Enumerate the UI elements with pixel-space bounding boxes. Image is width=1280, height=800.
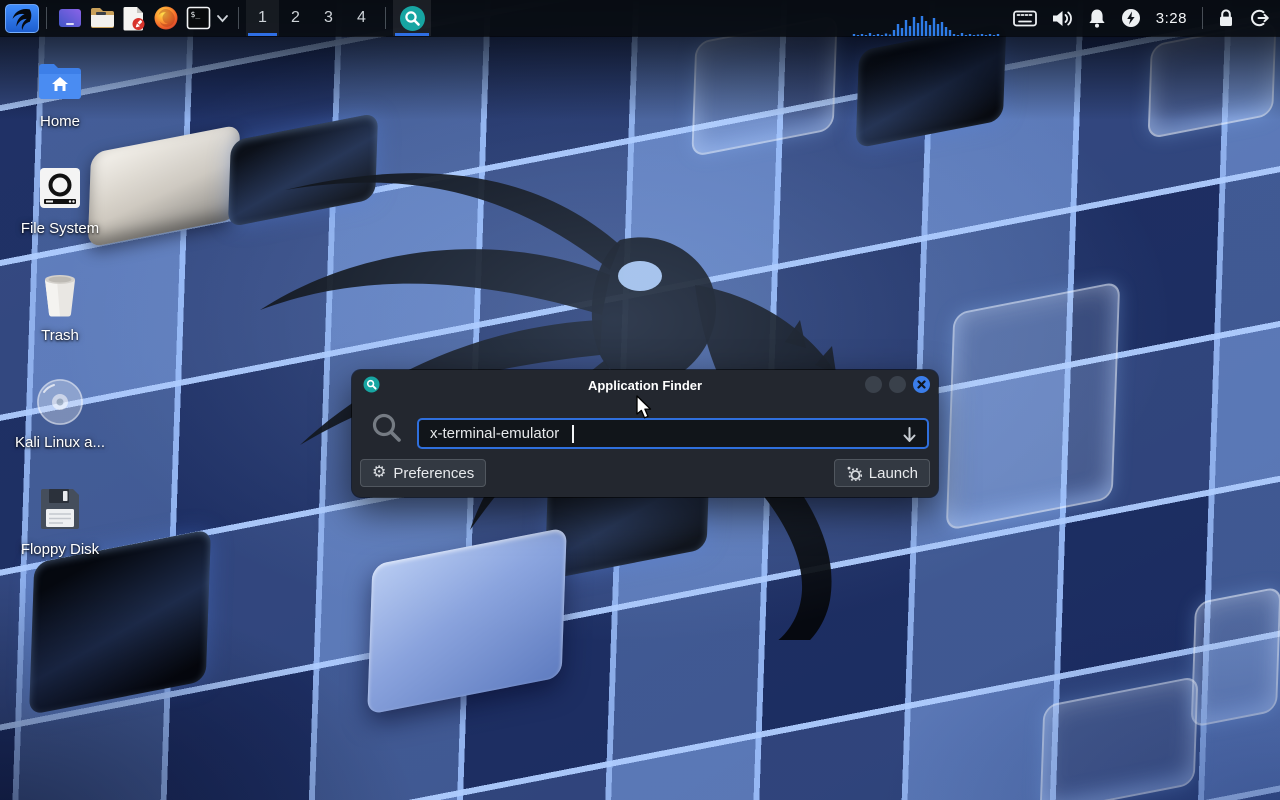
launcher-file-manager[interactable]: [86, 0, 118, 36]
panel-separator: [385, 7, 386, 29]
panel-separator: [238, 7, 239, 29]
desktop-screen: $_ 1 2 3 4: [0, 0, 1280, 800]
power-manager[interactable]: [1121, 0, 1141, 36]
launch-button[interactable]: Launch: [834, 459, 930, 487]
kali-dragon-artwork: [240, 80, 900, 640]
panel-separator: [46, 7, 47, 29]
workspace-2[interactable]: 2: [279, 0, 312, 36]
audio-visualizer: [852, 12, 1002, 36]
power-manager-icon: [1121, 8, 1141, 28]
window-title: Application Finder: [352, 378, 938, 393]
firefox-icon: [153, 5, 179, 31]
application-finder-window-icon: [363, 376, 380, 393]
dialog-actions: ⚙ Preferences Launch: [352, 459, 938, 487]
workspace-2-label: 2: [291, 9, 300, 27]
optical-disc-icon: [36, 377, 84, 427]
desktop-icon-label: Kali Linux a...: [15, 434, 105, 451]
trash-bin-icon: [39, 270, 81, 320]
desktop-icon-kali-cd[interactable]: Kali Linux a...: [10, 377, 110, 451]
desktop-icon-home[interactable]: Home: [10, 56, 110, 130]
gear-icon: ⚙: [372, 465, 386, 481]
maximize-button[interactable]: [889, 376, 906, 393]
workspace-1[interactable]: 1: [246, 0, 279, 36]
titlebar[interactable]: Application Finder: [352, 370, 938, 400]
desktop-window-icon: [57, 5, 83, 31]
application-finder-icon: [399, 5, 426, 32]
lock-screen[interactable]: [1217, 0, 1235, 36]
launcher-text-editor[interactable]: [118, 0, 150, 36]
search-input[interactable]: x-terminal-emulator: [417, 418, 929, 449]
folder-icon: [89, 6, 116, 30]
desktop-icon-file-system[interactable]: File System: [10, 163, 110, 237]
wallpaper-cube: [946, 281, 1120, 531]
panel-clock[interactable]: 3:28: [1156, 10, 1187, 27]
launcher-firefox[interactable]: [150, 0, 182, 36]
chevron-down-icon: [216, 14, 229, 23]
workspace-1-label: 1: [258, 9, 267, 27]
logout[interactable]: [1249, 0, 1270, 36]
close-icon: [917, 380, 926, 389]
logout-icon: [1249, 8, 1270, 28]
desktop-icon-label: File System: [21, 220, 99, 237]
workspace-3[interactable]: 3: [312, 0, 345, 36]
home-folder-icon: [37, 56, 83, 106]
desktop-icon-label: Trash: [41, 327, 79, 344]
search-row: x-terminal-emulator: [352, 400, 938, 450]
workspace-4-label: 4: [357, 9, 366, 27]
dropdown-arrow-icon[interactable]: [901, 426, 918, 444]
floppy-disk-icon: [39, 484, 81, 534]
lock-icon: [1217, 8, 1235, 28]
launch-label: Launch: [869, 465, 918, 482]
launcher-desktop-window[interactable]: [54, 0, 86, 36]
workspace-3-label: 3: [324, 9, 333, 27]
panel-separator: [1202, 7, 1203, 29]
kali-menu-button[interactable]: [5, 4, 39, 33]
workspace-4[interactable]: 4: [345, 0, 378, 36]
preferences-button[interactable]: ⚙ Preferences: [360, 459, 486, 487]
preferences-label: Preferences: [393, 465, 474, 482]
hard-drive-icon: [38, 163, 82, 213]
terminal-icon: $_: [186, 6, 211, 30]
search-icon: [371, 412, 403, 444]
speaker-icon: [1051, 9, 1073, 28]
text-caret: [572, 425, 574, 443]
minimize-button[interactable]: [865, 376, 882, 393]
text-editor-icon: [122, 5, 146, 31]
desktop-icon-floppy[interactable]: Floppy Disk: [10, 484, 110, 558]
desktop-icon-label: Home: [40, 113, 80, 130]
keyboard-icon: [1013, 10, 1037, 27]
launcher-terminal[interactable]: $_: [182, 0, 214, 36]
desktop-icon-trash[interactable]: Trash: [10, 270, 110, 344]
keyboard-indicator[interactable]: [1013, 0, 1037, 36]
terminal-dropdown-chevron[interactable]: [216, 0, 229, 36]
top-panel: $_ 1 2 3 4: [0, 0, 1280, 36]
svg-text:$_: $_: [190, 10, 200, 19]
search-input-value: x-terminal-emulator: [430, 425, 559, 442]
wallpaper-cube: [1191, 586, 1280, 728]
close-button[interactable]: [913, 376, 930, 393]
application-finder-window: Application Finder x-terminal-emulator: [352, 370, 938, 497]
taskbar-application-finder[interactable]: [393, 0, 431, 36]
bell-icon: [1087, 8, 1107, 29]
kali-logo-icon: [10, 6, 34, 30]
launch-icon: [846, 465, 862, 481]
volume-control[interactable]: [1051, 0, 1073, 36]
notifications[interactable]: [1087, 0, 1107, 36]
desktop-icon-label: Floppy Disk: [21, 541, 99, 558]
